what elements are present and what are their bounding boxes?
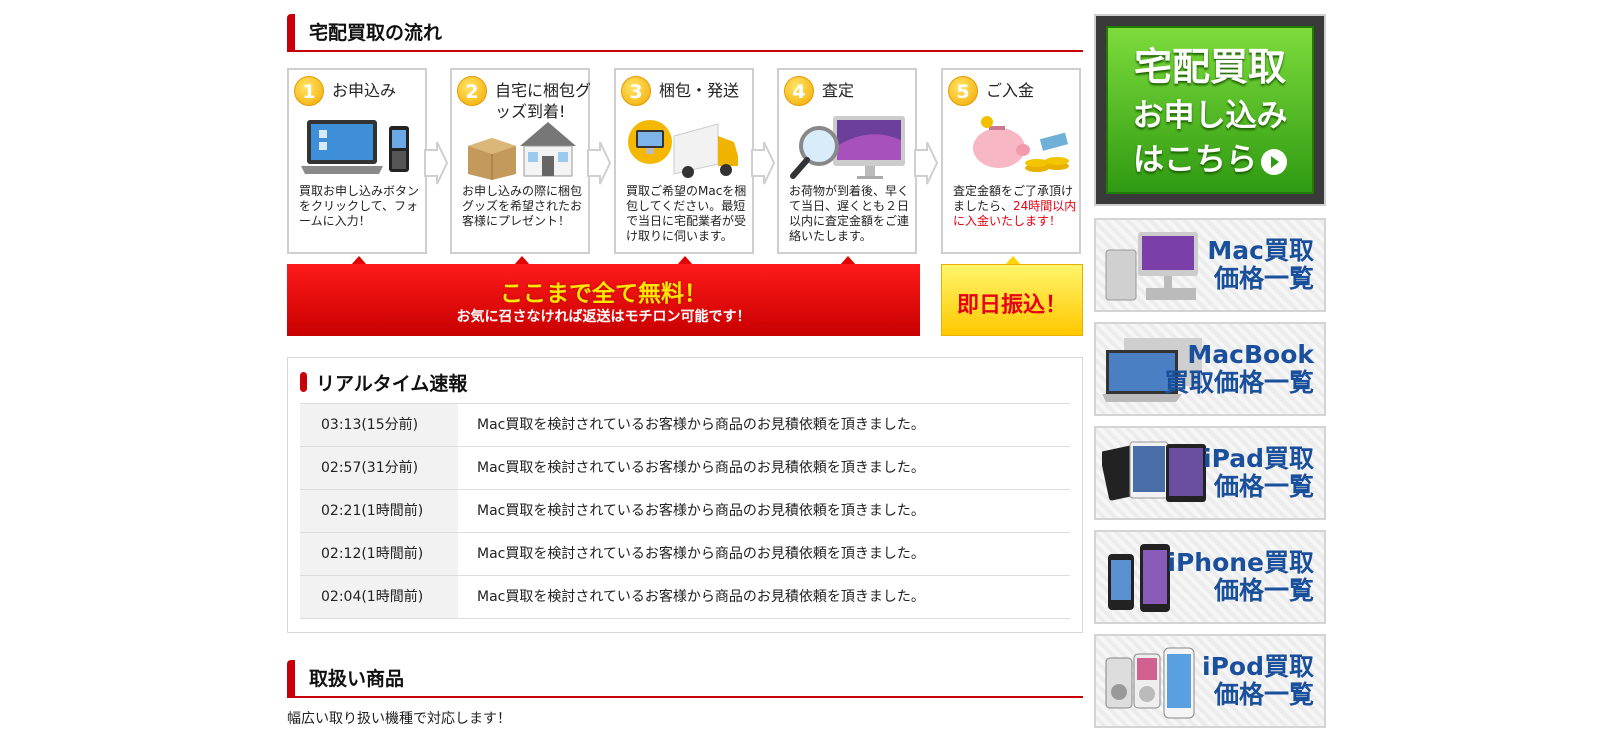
arrow-right-icon (914, 141, 939, 185)
row-time: 02:04(1時間前) (300, 576, 458, 618)
laptop-phone-icon (301, 120, 409, 174)
category-label: iPod買取 価格一覧 (1202, 653, 1314, 709)
category-label-line: 価格一覧 (1213, 472, 1314, 501)
products-title: 取扱い商品 (309, 668, 405, 690)
step-3: 3 梱包・発送 買取ご希望のMacを梱包してください。最短で当日に宅配業者が受け… (614, 68, 754, 254)
realtime-panel: リアルタイム速報 03:13(15分前) Mac買取を検討されているお客様から商… (287, 357, 1083, 633)
step-desc: 買取お申し込みボタンをクリックして、フォームに入力！ (299, 184, 420, 228)
category-label: iPhone買取 価格一覧 (1167, 549, 1314, 605)
same-day-pay-banner: 即日振込！ (941, 264, 1083, 336)
category-label-line: iPad買取 (1203, 444, 1314, 473)
step-number: 5 (948, 76, 978, 106)
step-title: お申込み (332, 81, 397, 100)
category-label: Mac買取 価格一覧 (1207, 237, 1314, 293)
ipad-price-list-link[interactable]: iPad買取 価格一覧 (1094, 426, 1326, 520)
ipod-icon (1105, 647, 1195, 719)
same-day-pay-text: 即日振込！ (956, 293, 1067, 318)
ipod-price-list-link[interactable]: iPod買取 価格一覧 (1094, 634, 1326, 728)
step-title: 梱包・発送 (659, 81, 740, 100)
products-heading: 取扱い商品 (287, 648, 1083, 698)
step-title: ご入金 (986, 81, 1035, 100)
realtime-table: 03:13(15分前) Mac買取を検討されているお客様から商品のお見積依頼を頂… (300, 403, 1070, 619)
mac-price-list-link[interactable]: Mac買取 価格一覧 (1094, 218, 1326, 312)
products-subtitle: 幅広い取り扱い機種で対応します！ (287, 711, 511, 727)
apply-button[interactable]: 宅配買取 お申し込み はこちら (1094, 14, 1326, 206)
box-house-icon (468, 122, 576, 180)
row-time: 02:12(1時間前) (300, 533, 458, 575)
category-label-line: 価格一覧 (1213, 264, 1314, 293)
step-number: 3 (621, 76, 651, 106)
category-label-line: 価格一覧 (1213, 576, 1314, 605)
step-desc: 買取ご希望のMacを梱包してください。最短で当日に宅配業者が受け取りに伺います。 (626, 184, 747, 243)
category-label-line: 価格一覧 (1213, 680, 1314, 709)
iphone-price-list-link[interactable]: iPhone買取 価格一覧 (1094, 530, 1326, 624)
row-time: 03:13(15分前) (300, 404, 458, 446)
category-label-line: iPhone買取 (1167, 548, 1314, 577)
step-5: 5 ご入金 査定金額をご了承頂けましたら、24時間以内に入金いたします！ (941, 68, 1081, 254)
category-label-line: iPod買取 (1202, 652, 1314, 681)
flow-heading: 宅配買取の流れ (287, 0, 1083, 52)
row-message: Mac買取を検討されているお客様から商品のお見積依頼を頂きました。 (477, 546, 925, 562)
flow-title: 宅配買取の流れ (309, 22, 443, 44)
ipad-icon (1102, 441, 1206, 502)
apply-line-2: お申し込み (1132, 98, 1288, 134)
category-label: iPad買取 価格一覧 (1203, 445, 1314, 501)
main-content: 宅配買取の流れ 1 お申込み 買取お申し込みボタンをクリックして、フォームに入力… (287, 0, 1083, 727)
arrow-right-icon (424, 141, 449, 185)
heading-bar (300, 372, 307, 392)
row-message: Mac買取を検討されているお客様から商品のお見積依頼を頂きました。 (477, 460, 925, 476)
apply-button-face[interactable]: 宅配買取 お申し込み はこちら (1106, 26, 1314, 194)
arrow-right-icon (751, 141, 776, 185)
macbook-price-list-link[interactable]: MacBook 買取価格一覧 (1094, 322, 1326, 416)
table-row: 02:12(1時間前) Mac買取を検討されているお客様から商品のお見積依頼を頂… (300, 533, 1070, 576)
row-time: 02:57(31分前) (300, 447, 458, 489)
play-circle-icon (1261, 148, 1287, 175)
step-desc: 査定金額をご了承頂けましたら、24時間以内に入金いたします！ (953, 184, 1077, 229)
arrow-right-icon (587, 141, 612, 185)
table-row: 02:04(1時間前) Mac買取を検討されているお客様から商品のお見積依頼を頂… (300, 576, 1070, 619)
table-row: 03:13(15分前) Mac買取を検討されているお客様から商品のお見積依頼を頂… (300, 404, 1070, 447)
mac-desktop-icon (1105, 232, 1198, 301)
category-label-line: MacBook (1187, 340, 1314, 369)
flow-steps: 1 お申込み 買取お申し込みボタンをクリックして、フォームに入力！ 2 自宅に梱… (287, 68, 1083, 254)
step-desc: お申し込みの際に梱包グッズを希望されたお客様にプレゼント！ (462, 184, 583, 228)
realtime-title: リアルタイム速報 (316, 373, 468, 395)
table-row: 02:57(31分前) Mac買取を検討されているお客様から商品のお見積依頼を頂… (300, 447, 1070, 490)
free-banner-subtitle: お気に召さなければ返送はモチロン可能です！ (456, 309, 751, 325)
category-label-line: Mac買取 (1207, 236, 1314, 265)
category-label: MacBook 買取価格一覧 (1164, 341, 1314, 397)
free-banner-title: ここまで全て無料！ (500, 281, 707, 307)
free-banner: ここまで全て無料！ お気に召さなければ返送はモチロン可能です！ (287, 264, 920, 336)
row-message: Mac買取を検討されているお客様から商品のお見積依頼を頂きました。 (477, 589, 925, 605)
apply-line-3-text: はこちら (1133, 142, 1257, 178)
step-title: 査定 (822, 81, 855, 100)
piggy-bank-icon (973, 116, 1069, 172)
step-number: 2 (457, 76, 487, 106)
step-1: 1 お申込み 買取お申し込みボタンをクリックして、フォームに入力！ (287, 68, 427, 254)
delivery-truck-icon (628, 120, 738, 178)
apply-line-3: はこちら (1108, 134, 1312, 179)
category-label-line: 買取価格一覧 (1163, 368, 1314, 397)
magnifier-imac-icon (790, 116, 905, 179)
step-number: 4 (784, 76, 814, 106)
step-2: 2 自宅に梱包グッズ到着! お申し込みの際に梱包グッズを希望されたお客様にプレゼ… (450, 68, 591, 254)
table-row: 02:21(1時間前) Mac買取を検討されているお客様から商品のお見積依頼を頂… (300, 490, 1070, 533)
apply-line-1: 宅配買取 (1133, 45, 1286, 89)
row-message: Mac買取を検討されているお客様から商品のお見積依頼を頂きました。 (477, 417, 925, 433)
heading-bar (287, 14, 295, 50)
step-number: 1 (294, 76, 324, 106)
step-4: 4 査定 お荷物が到着後、早くて当日、遅くとも２日以内に査定金額をご連絡いたしま… (777, 68, 917, 254)
heading-bar (287, 660, 295, 696)
row-time: 02:21(1時間前) (300, 490, 458, 532)
row-message: Mac買取を検討されているお客様から商品のお見積依頼を頂きました。 (477, 503, 925, 519)
step-desc: お荷物が到着後、早くて当日、遅くとも２日以内に査定金額をご連絡いたします。 (789, 184, 910, 243)
